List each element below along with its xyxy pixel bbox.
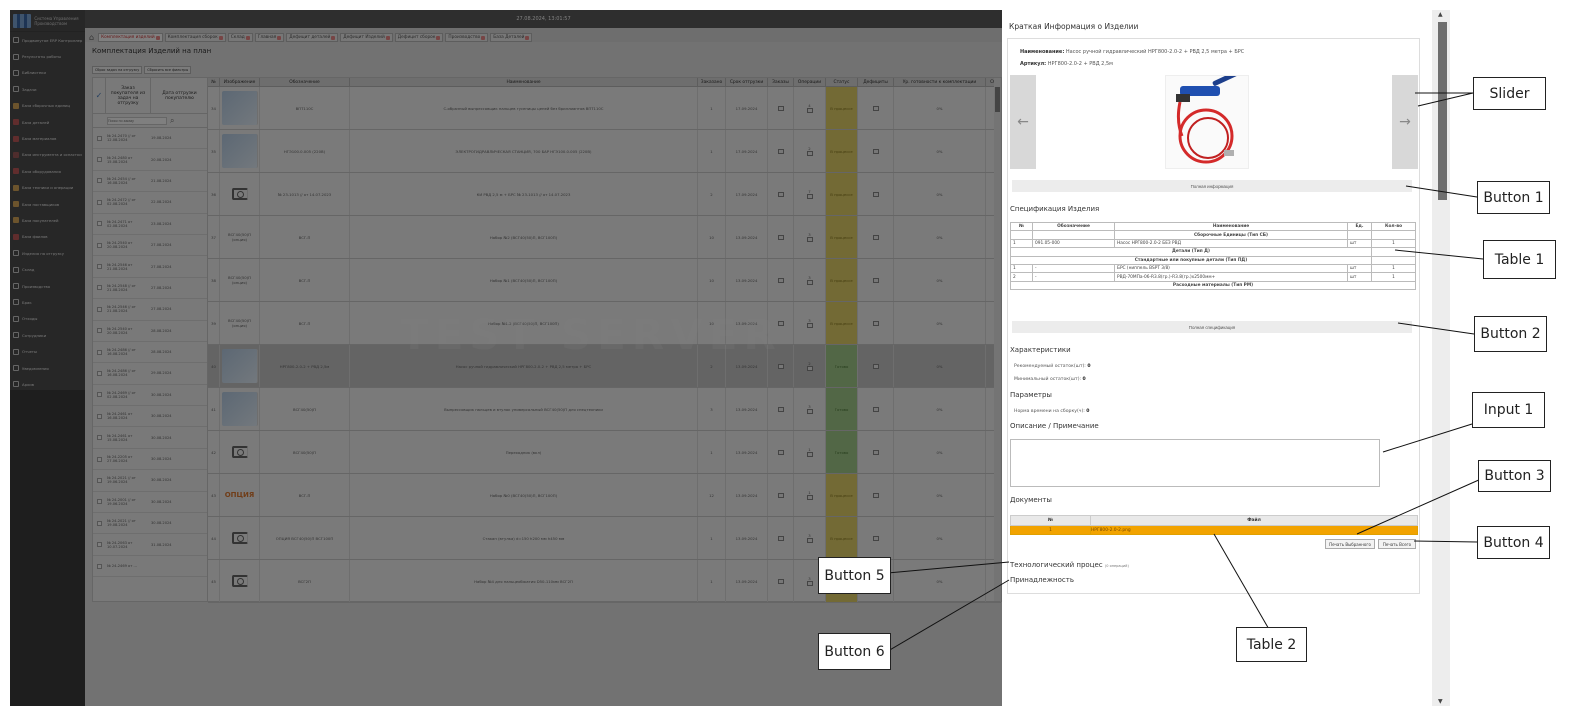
assembly-time: Норма времени на сборку(ч): 0	[1014, 409, 1090, 414]
product-article: Артикул: НРГ800-2.0-2 + РВД 2,5м	[1020, 61, 1113, 67]
chars-title: Характеристики	[1010, 346, 1071, 354]
callout-button-1: Button 1	[1477, 181, 1550, 214]
article-label: Артикул:	[1020, 61, 1047, 67]
description-input[interactable]	[1010, 439, 1380, 487]
print-all-button[interactable]: Печать Всего	[1378, 539, 1416, 549]
pump-image-icon	[1176, 69, 1241, 164]
spec-qty: 1	[1371, 272, 1416, 282]
spec-name: Насос НРГ800-2.0-2 БЕЗ РВД	[1114, 238, 1348, 249]
docs-col-n: №	[1010, 515, 1091, 526]
callout-table-1: Table 1	[1483, 240, 1556, 279]
callout-slider: Slider	[1473, 77, 1546, 110]
spec-code: -	[1032, 263, 1115, 274]
documents-table: № Файл 1 НРГ800-2.0-2.png	[1010, 515, 1418, 535]
scroll-down-icon[interactable]: ▼	[1438, 698, 1443, 705]
name-label: Наименование:	[1020, 49, 1065, 55]
spec-group-d: Детали (Тип Д)	[1010, 247, 1372, 257]
spec-col-code: Обозначение	[1032, 221, 1115, 232]
spec-n: 1	[1010, 263, 1033, 274]
callout-button-4: Button 4	[1477, 526, 1550, 559]
docs-row[interactable]: 1 НРГ800-2.0-2.png	[1010, 525, 1418, 535]
callout-button-2: Button 2	[1474, 316, 1547, 352]
spec-col-qty: Кол-во	[1371, 221, 1416, 232]
spec-group-rm: Расходные материалы (Тип РМ)	[1010, 280, 1416, 291]
spec-unit: шт	[1347, 263, 1372, 274]
spec-qty: 1	[1371, 238, 1416, 249]
print-selected-button[interactable]: Печать Выбранного	[1325, 539, 1375, 549]
tech-process-toggle[interactable]: Технологический процес (0 операций)	[1010, 561, 1129, 569]
docs-col-file: Файл	[1090, 515, 1418, 526]
screen: Система Управления Производством Продвин…	[10, 10, 1450, 706]
spec-title: Спецификация Изделия	[1010, 205, 1100, 213]
spec-table: № Обозначение Наименование Ед. Кол-во Сб…	[1010, 221, 1416, 291]
callout-button-6: Button 6	[818, 633, 891, 670]
name-value: Насос ручной гидравлический НРГ800-2.0-2…	[1065, 49, 1245, 55]
panel-scroll-thumb[interactable]	[1438, 22, 1447, 200]
spec-row[interactable]: 1 - БРС (ниппель BSPT 3/8) шт 1	[1010, 263, 1416, 274]
min-stock: Минимальный остаток(шт): 0	[1014, 377, 1086, 382]
params-title: Параметры	[1010, 391, 1052, 399]
spec-group-pd: Стандартные или покупные детали (Тип ПД)	[1010, 255, 1372, 265]
doc-file[interactable]: НРГ800-2.0-2.png	[1090, 525, 1418, 535]
arrow-right-icon: →	[1399, 114, 1411, 130]
spec-unit: шт	[1347, 238, 1372, 249]
callout-button-5: Button 5	[818, 557, 891, 594]
spec-code: -	[1032, 272, 1115, 282]
product-image	[1165, 69, 1249, 169]
modal-overlay[interactable]	[10, 10, 1002, 706]
panel-scrollbar[interactable]: ▲ ▼	[1432, 10, 1450, 706]
slider-prev-button[interactable]: ←	[1010, 75, 1036, 169]
callout-input-1: Input 1	[1472, 392, 1545, 428]
doc-n: 1	[1010, 525, 1091, 535]
spec-col-n: №	[1010, 221, 1033, 232]
product-info-panel: Краткая Информация о Изделии Наименовани…	[1002, 10, 1432, 706]
full-spec-button[interactable]: Полная спецификация	[1012, 321, 1412, 333]
background-app: Система Управления Производством Продвин…	[10, 10, 1002, 706]
spec-n: 2	[1010, 272, 1033, 282]
callout-table-2: Table 2	[1236, 627, 1307, 662]
docs-title: Документы	[1010, 496, 1052, 504]
article-value: НРГ800-2.0-2 + РВД 2,5м	[1047, 61, 1113, 67]
callout-button-3: Button 3	[1478, 460, 1551, 492]
product-name: Наименование: Насос ручной гидравлически…	[1020, 49, 1244, 55]
spec-n: 1	[1010, 238, 1033, 249]
spec-header-row: № Обозначение Наименование Ед. Кол-во	[1010, 221, 1416, 232]
belonging-toggle[interactable]: Принадлежность	[1010, 576, 1074, 584]
spec-col-name: Наименование	[1114, 221, 1348, 232]
spec-col-unit: Ед.	[1347, 221, 1372, 232]
spec-name: РВД-70МПа-06-R3.8(гр.)-R3.8(гр.)x2500мм+	[1114, 272, 1348, 282]
spec-name: БРС (ниппель BSPT 3/8)	[1114, 263, 1348, 274]
spec-unit: шт	[1347, 272, 1372, 282]
panel-body: Наименование: Насос ручной гидравлически…	[1007, 38, 1420, 594]
spec-group-sb: Сборочные Единицы (Тип СБ)	[1114, 230, 1348, 240]
docs-header-row: № Файл	[1010, 515, 1418, 526]
spec-code: 091.05-000	[1032, 238, 1115, 249]
panel-title: Краткая Информация о Изделии	[1009, 22, 1139, 31]
slider-next-button[interactable]: →	[1392, 75, 1418, 169]
full-info-button[interactable]: Полная информация	[1012, 180, 1412, 192]
spec-row[interactable]: 1 091.05-000 Насос НРГ800-2.0-2 БЕЗ РВД …	[1010, 238, 1416, 249]
scroll-up-icon[interactable]: ▲	[1438, 11, 1443, 18]
spec-qty: 1	[1371, 263, 1416, 274]
rec-stock: Рекомендуемый остаток(шт): 0	[1014, 364, 1091, 369]
arrow-left-icon: ←	[1017, 114, 1029, 130]
desc-title: Описание / Примечание	[1010, 422, 1099, 430]
spec-row[interactable]: 2 - РВД-70МПа-06-R3.8(гр.)-R3.8(гр.)x250…	[1010, 272, 1416, 282]
